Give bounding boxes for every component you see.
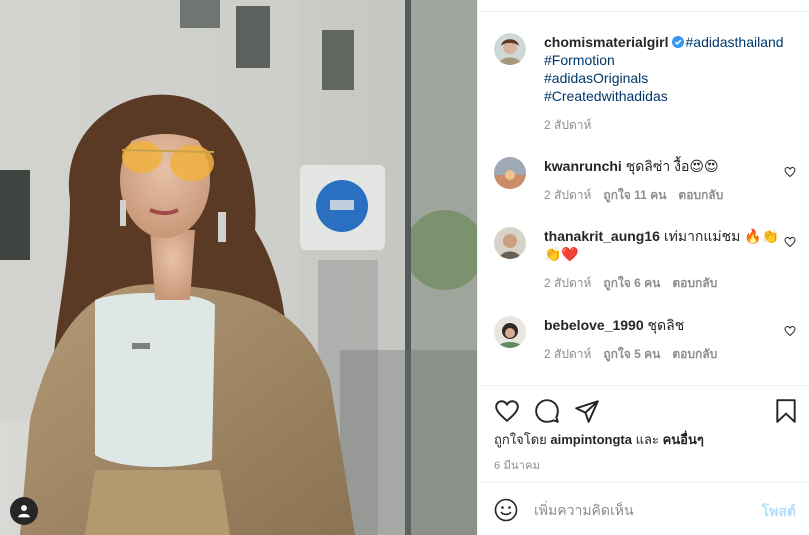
comment-username[interactable]: thanakrit_aung16 [544,228,660,244]
comment-username[interactable]: kwanrunchi [544,158,622,174]
post-date[interactable]: 6 มีนาคม [494,456,540,474]
avatar[interactable] [494,316,526,348]
reply-button[interactable]: ตอบกลับ [678,188,723,202]
avatar[interactable] [494,157,526,189]
comment-like-heart-icon[interactable] [784,325,796,337]
add-comment-bar: โพสต์ [478,482,809,535]
comment-meta: 2 สัปดาห์ ถูกใจ 5 คน ตอบกลับ [544,347,796,361]
comment-likes[interactable]: ถูกใจ 11 คน [603,188,666,202]
verified-badge-icon [671,36,684,48]
caption-meta: 2 สัปดาห์ [544,118,796,132]
reply-button[interactable]: ตอบกลับ [672,347,717,361]
avatar[interactable] [494,227,526,259]
share-icon[interactable] [574,398,600,424]
person-icon [18,505,30,518]
comment-likes[interactable]: ถูกใจ 5 คน [603,347,660,361]
section-divider [478,385,809,386]
bookmark-icon[interactable] [773,398,799,424]
post-photo[interactable] [0,0,477,535]
likes-prefix: ถูกใจโดย [494,432,547,447]
likes-joiner: และ [635,432,659,447]
post-comment-button[interactable]: โพสต์ [762,501,796,523]
comment-meta: 2 สัปดาห์ ถูกใจ 6 คน ตอบกลับ [544,276,796,290]
comment-time[interactable]: 2 สัปดาห์ [544,276,591,290]
comment-body: bebelove_1990 ชุดลิช 2 สัปดาห์ ถูกใจ 5 คน… [544,316,796,361]
hashtag-link[interactable]: #adidasthailand [686,34,784,50]
action-bar [494,398,798,424]
liker-username[interactable]: aimpintongta [550,432,632,447]
comment-time[interactable]: 2 สัปดาห์ [544,347,591,361]
comment-text: ชุดลิช [647,317,685,333]
comment-meta: 2 สัปดาห์ ถูกใจ 11 คน ตอบกลับ [544,188,796,202]
comment-body: kwanrunchi ชุดลิซ่า งื้อ😍😍 2 สัปดาห์ ถูกใ… [544,157,796,202]
emoji-icon[interactable] [494,498,518,522]
likes-summary: ถูกใจโดย aimpintongta และ คนอื่นๆ [494,432,704,448]
hashtag-link[interactable]: #Createdwithadidas [544,88,668,104]
avatar-image [494,157,526,189]
comment-input[interactable] [534,496,754,524]
post-photo-image [0,0,477,535]
heart-icon[interactable] [494,398,520,424]
header-divider [478,0,809,12]
post-side-panel: chomismaterialgirl #adidasthailand #Formo… [477,0,809,535]
avatar-image [494,33,526,65]
reply-button[interactable]: ตอบกลับ [672,276,717,290]
comment-body: thanakrit_aung16 เท่มากแม่ชม 🔥👏 👏❤️ 2 สั… [544,227,796,290]
avatar-image [494,316,526,348]
caption-time[interactable]: 2 สัปดาห์ [544,118,591,132]
caption-username[interactable]: chomismaterialgirl [544,34,669,50]
comment-icon[interactable] [534,398,560,424]
caption-body: chomismaterialgirl #adidasthailand #Formo… [544,33,796,132]
comment-time[interactable]: 2 สัปดาห์ [544,188,591,202]
comment-username[interactable]: bebelove_1990 [544,317,644,333]
comment-likes[interactable]: ถูกใจ 6 คน [603,276,660,290]
hashtag-link[interactable]: #Formotion [544,52,615,68]
comment-text: ชุดลิซ่า งื้อ😍😍 [625,158,719,174]
user-tags-button[interactable] [10,497,38,525]
avatar[interactable] [494,33,526,65]
comment-like-heart-icon[interactable] [784,166,796,178]
hashtag-link[interactable]: #adidasOriginals [544,70,648,86]
comment-text-line2: 👏❤️ [544,246,579,262]
avatar-image [494,227,526,259]
comment-like-heart-icon[interactable] [784,236,796,248]
comment-text: เท่มากแม่ชม 🔥👏 [663,228,780,244]
likes-others-link[interactable]: คนอื่นๆ [663,432,704,447]
